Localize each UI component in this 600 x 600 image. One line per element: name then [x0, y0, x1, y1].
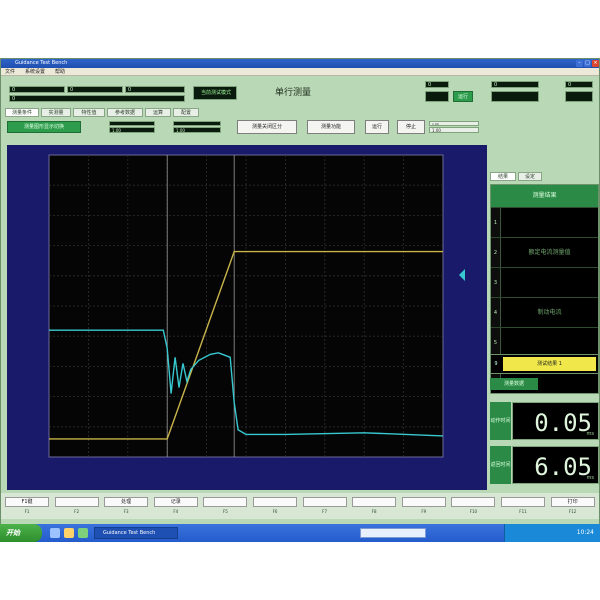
quick-launch-icon[interactable]	[64, 528, 74, 538]
taskbar-search[interactable]	[360, 528, 426, 538]
function-key-bar: F1键 F1 F2 处理 F3 记录 F4 F5 F6 F7 F8 F9 F10 F11 打印 F12	[1, 493, 599, 519]
header-field-2: 0	[67, 86, 123, 93]
tab-calc[interactable]: 运算	[145, 108, 171, 117]
result-row[interactable]: 3	[491, 267, 598, 297]
fkey-3-caption: F3	[123, 509, 129, 514]
result-row[interactable]: 5	[491, 327, 598, 357]
title-bar: Guidance Test Bench – □ ×	[1, 59, 599, 68]
quick-launch-icon[interactable]	[78, 528, 88, 538]
result-header: 测量结果	[491, 185, 598, 207]
status-header: 0 0 0 0 当前测试模式 单行测量 0 0 0 运行	[5, 78, 597, 110]
result-row[interactable]: 1	[491, 207, 598, 237]
tab-characteristics[interactable]: 特性值	[73, 108, 105, 117]
header-field-3: 0	[125, 86, 185, 93]
menu-help[interactable]: 帮助	[55, 68, 65, 76]
fkey-4-button[interactable]: 记录	[153, 497, 198, 507]
window-title: Guidance Test Bench	[15, 60, 68, 66]
fkey-9-caption: F9	[421, 509, 427, 514]
header-field-1: 0	[9, 86, 65, 93]
run-status-button[interactable]: 运行	[453, 91, 473, 102]
fkey-7-caption: F7	[322, 509, 328, 514]
fkey-5-caption: F5	[222, 509, 228, 514]
fkey-8-button[interactable]	[352, 497, 397, 507]
header-field-r1: 0	[425, 81, 449, 88]
readout-box-2: 6.05 ms	[512, 446, 599, 484]
menu-file[interactable]: 文件	[5, 68, 15, 76]
start-button[interactable]: 开始	[0, 524, 42, 542]
fkey-10-caption: F10	[469, 509, 478, 514]
page-title: 单行测量	[275, 88, 312, 98]
tab-config[interactable]: 配置	[173, 108, 199, 117]
maximize-icon[interactable]: □	[584, 60, 591, 67]
readout-label-2: 返回时间	[490, 446, 511, 484]
menu-settings[interactable]: 系统设置	[25, 68, 45, 76]
fkey-6-button[interactable]	[253, 497, 297, 507]
section-label: 测量数据	[490, 378, 538, 390]
fkey-12-caption: F12	[568, 509, 577, 514]
fkey-5-button[interactable]	[203, 497, 248, 507]
fkey-2-button[interactable]	[54, 497, 99, 507]
fkey-8-caption: F8	[371, 509, 377, 514]
readout-unit-1: ms	[586, 431, 594, 437]
waveform-chart[interactable]	[7, 145, 487, 490]
header-field-4: 0	[9, 95, 185, 102]
toolbar-field-5: 1.00	[429, 121, 479, 126]
fkey-1-button[interactable]: F1键	[5, 497, 49, 507]
result-row[interactable]: 2 额定电流测量值	[491, 237, 598, 267]
fkey-2-caption: F2	[74, 509, 80, 514]
header-field-r4	[425, 91, 449, 102]
header-field-r5	[491, 91, 539, 102]
tab-reference[interactable]: 参考数据	[107, 108, 143, 117]
toolbar-field-6: 1.00	[429, 127, 479, 133]
fkey-4-caption: F4	[173, 509, 179, 514]
minimize-icon[interactable]: –	[576, 60, 583, 67]
readout-unit-2: ms	[586, 475, 594, 481]
toolbar-field-3	[173, 121, 221, 126]
close-icon[interactable]: ×	[592, 60, 599, 67]
measure-function-button[interactable]: 测量功能	[307, 120, 355, 134]
waveform-svg	[48, 154, 465, 458]
fkey-1-caption: F1	[24, 509, 30, 514]
fkey-10-button[interactable]	[451, 497, 496, 507]
stop-button[interactable]: 停止	[397, 120, 425, 134]
fkey-12-button[interactable]: 打印	[550, 497, 595, 507]
readout-box-1: 0.05 ms	[512, 402, 599, 440]
fkey-11-button[interactable]	[501, 497, 545, 507]
readout-label-1: 动作时间	[490, 402, 511, 440]
header-field-r3: 0	[565, 81, 593, 88]
fkey-11-caption: F11	[519, 509, 527, 514]
menu-bar: 文件 系统设置 帮助	[1, 68, 599, 76]
tab-results[interactable]: 结果	[490, 172, 516, 181]
tab-settings[interactable]: 设定	[518, 172, 542, 181]
readout-value-2: 6.05	[534, 453, 592, 481]
toolbar-field-1	[109, 121, 155, 126]
measure-close-button[interactable]: 测量关闭区分	[237, 120, 297, 134]
fkey-9-button[interactable]	[401, 497, 446, 507]
quick-launch-icon[interactable]	[50, 528, 60, 538]
result-row[interactable]: 4 制动电流	[491, 297, 598, 327]
right-axis-marker-icon	[459, 269, 465, 281]
tab-measure[interactable]: 实测量	[41, 108, 71, 117]
mode-indicator: 当前测试模式	[193, 86, 237, 100]
toolbar-field-2: 1.00	[109, 127, 155, 133]
fkey-3-button[interactable]: 处理	[104, 497, 149, 507]
header-field-r6	[565, 91, 593, 102]
result-panel: 结果 设定 测量结果 1 2额定电流测量值 3 4制动电流 5 6 9 测试结果…	[490, 132, 599, 540]
fkey-7-button[interactable]	[302, 497, 347, 507]
tab-conditions[interactable]: 测量条件	[5, 108, 39, 117]
graph-toggle-button[interactable]: 测量图形显示切换	[7, 121, 81, 133]
fkey-6-caption: F6	[272, 509, 278, 514]
os-taskbar: 开始 Guidance Test Bench 10:24	[0, 524, 600, 542]
taskbar-item[interactable]: Guidance Test Bench	[94, 527, 178, 539]
run-button[interactable]: 运行	[365, 120, 389, 134]
clock: 10:24	[576, 529, 594, 536]
header-field-r2: 0	[491, 81, 539, 88]
highlight-row[interactable]: 9 测试结果 1	[490, 354, 599, 374]
readout-value-1: 0.05	[534, 409, 592, 437]
system-tray: 10:24	[504, 524, 600, 542]
app-window: Guidance Test Bench – □ × 文件 系统设置 帮助 0 0…	[0, 58, 600, 542]
toolbar-field-4: 1.00	[173, 127, 221, 133]
